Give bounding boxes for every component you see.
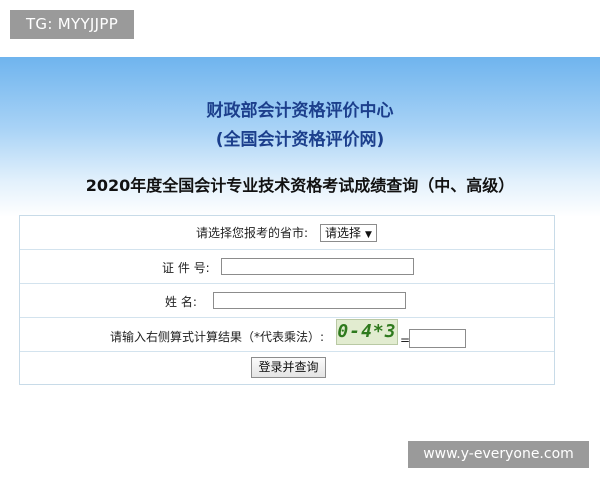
id-row: 证 件 号: [20,250,554,284]
dropdown-arrow-icon: ▼ [365,230,372,240]
captcha-label: 请输入右侧算式计算结果（*代表乘法）: [110,330,325,344]
watermark-tag-top: TG: MYYJJPP [10,10,134,39]
captcha-answer-input[interactable] [409,329,466,348]
query-form: 请选择您报考的省市: 请选择 ▼ 证 件 号: 姓 名: 请输入右侧算式计算结果（… [19,215,555,385]
page-title: 2020年度全国会计专业技术资格考试成绩查询（中、高级） [85,176,515,195]
site-subtitle: (全国会计资格评价网) [215,130,385,150]
province-label: 请选择您报考的省市: [196,226,309,240]
captcha-row: 请输入右侧算式计算结果（*代表乘法）: [20,318,554,352]
name-input[interactable] [213,292,406,309]
province-select-value: 请选择 [325,226,362,240]
captcha-image[interactable]: 0-4*3 [336,319,398,345]
province-row: 请选择您报考的省市: 请选择 ▼ [20,216,554,250]
id-number-input[interactable] [221,258,414,275]
login-query-button[interactable]: 登录并查询 [251,357,326,378]
name-label: 姓 名: [165,295,197,309]
org-title: 财政部会计资格评价中心 [206,101,394,121]
id-label: 证 件 号: [162,261,210,275]
name-row: 姓 名: [20,284,554,318]
watermark-tag-bottom: www.y-everyone.com [408,441,589,468]
province-select[interactable]: 请选择 ▼ [320,224,377,242]
